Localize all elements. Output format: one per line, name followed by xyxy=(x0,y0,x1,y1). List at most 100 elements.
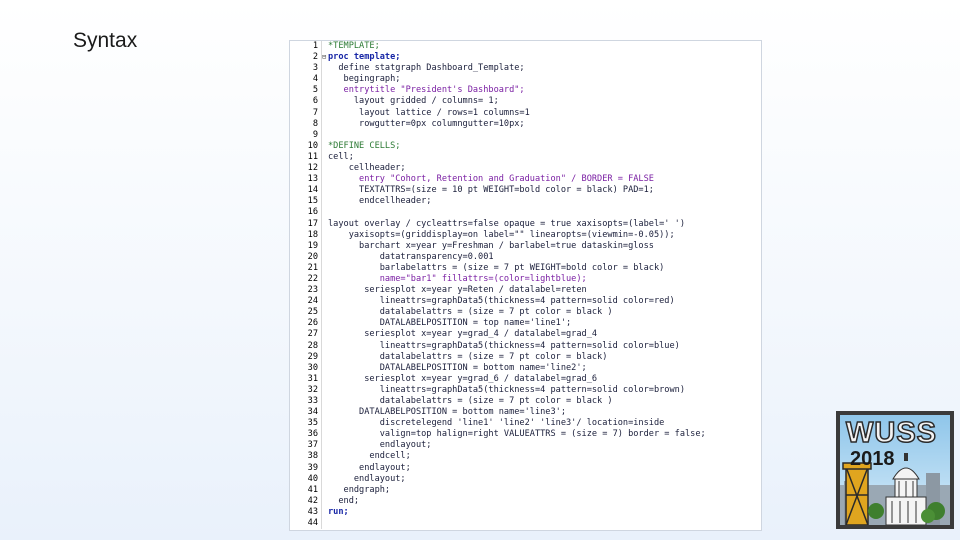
code-line: 18 yaxisopts=(griddisplay=on label="" li… xyxy=(290,229,761,241)
code-line: 21 barlabelattrs = (size = 7 pt WEIGHT=b… xyxy=(290,262,761,274)
line-number: 20 xyxy=(290,251,322,263)
line-number: 9 xyxy=(290,129,322,141)
code-line: 5 entrytitle "President's Dashboard"; xyxy=(290,85,761,97)
code-line: 8 rowgutter=0px columngutter=10px; xyxy=(290,118,761,130)
code-text: datalabelattrs = (size = 7 pt color = bl… xyxy=(328,351,608,362)
line-number: 23 xyxy=(290,285,322,297)
code-text: layout gridded / columns= 1; xyxy=(328,96,499,107)
code-line: 33 datalabelattrs = (size = 7 pt color =… xyxy=(290,396,761,408)
code-text: entrytitle "President's Dashboard"; xyxy=(328,85,525,96)
code-text: barlabelattrs = (size = 7 pt WEIGHT=bold… xyxy=(328,262,665,273)
line-number: 13 xyxy=(290,174,322,186)
line-number: 25 xyxy=(290,307,322,319)
line-number: 11 xyxy=(290,151,322,164)
code-text: proc template; xyxy=(328,52,401,63)
line-number: 1 xyxy=(290,41,322,53)
line-number: 17 xyxy=(290,218,322,230)
code-text: datalabelattrs = (size = 7 pt color = bl… xyxy=(328,307,613,318)
code-line: 37 endlayout; xyxy=(290,440,761,452)
code-text: end; xyxy=(328,495,360,506)
line-number: 4 xyxy=(290,74,322,86)
line-number: 2 xyxy=(290,52,322,64)
fold-marker-icon xyxy=(322,518,328,529)
line-number: 12 xyxy=(290,163,322,175)
code-line: 30 DATALABELPOSITION = bottom name='line… xyxy=(290,362,761,374)
code-text: endlayout; xyxy=(328,473,406,484)
line-number: 36 xyxy=(290,429,322,441)
code-text: rowgutter=0px columngutter=10px; xyxy=(328,118,525,129)
line-number: 38 xyxy=(290,451,322,463)
code-text: DATALABELPOSITION = bottom name='line2'; xyxy=(328,362,587,373)
code-line: 41 endgraph; xyxy=(290,484,761,496)
code-line: 1 *TEMPLATE; xyxy=(290,41,761,53)
code-line: 42 end; xyxy=(290,495,761,507)
code-text: lineattrs=graphData5(thickness=4 pattern… xyxy=(328,296,675,307)
code-line: 27 seriesplot x=year y=grad_4 / datalabe… xyxy=(290,329,761,341)
line-number: 22 xyxy=(290,273,322,286)
code-text: *TEMPLATE; xyxy=(328,41,380,51)
code-text: endcellheader; xyxy=(328,196,432,207)
line-number: 37 xyxy=(290,440,322,452)
code-text: datatransparency=0.001 xyxy=(328,251,494,262)
code-line: 19 barchart x=year y=Freshman / barlabel… xyxy=(290,240,761,252)
code-line: 28 lineattrs=graphData5(thickness=4 patt… xyxy=(290,340,761,352)
code-text: DATALABELPOSITION = bottom name='line3'; xyxy=(328,407,566,418)
code-text: cellheader; xyxy=(328,163,406,174)
code-line: 32 lineattrs=graphData5(thickness=4 patt… xyxy=(290,384,761,396)
code-line: 17 layout overlay / cycleattrs=false opaq… xyxy=(290,218,761,230)
line-number: 30 xyxy=(290,362,322,374)
code-text: lineattrs=graphData5(thickness=4 pattern… xyxy=(328,340,680,351)
code-screenshot: 1 *TEMPLATE; 2 ⊟ proc template; 3 define stat… xyxy=(289,40,762,531)
code-line: 2 ⊟ proc template; xyxy=(290,52,761,64)
code-line: 12 cellheader; xyxy=(290,163,761,175)
line-number: 19 xyxy=(290,240,322,252)
code-line: 23 seriesplot x=year y=Reten / datalabel… xyxy=(290,285,761,297)
code-line: 24 lineattrs=graphData5(thickness=4 patt… xyxy=(290,296,761,308)
line-number: 42 xyxy=(290,495,322,507)
code-line: 36 valign=top halign=right VALUEATTRS = … xyxy=(290,429,761,441)
code-text: layout lattice / rows=1 columns=1 xyxy=(328,107,530,118)
code-line: 25 datalabelattrs = (size = 7 pt color =… xyxy=(290,307,761,319)
code-text: endlayout; xyxy=(328,440,432,451)
code-line: 4 begingraph; xyxy=(290,74,761,86)
code-text: *DEFINE CELLS; xyxy=(328,140,401,151)
code-text: endcell; xyxy=(328,451,411,462)
code-text: run; xyxy=(328,506,349,517)
fold-marker-icon xyxy=(322,207,328,218)
logo-year: 2018 xyxy=(850,448,895,470)
line-number: 32 xyxy=(290,384,322,396)
line-number: 7 xyxy=(290,107,322,119)
fold-marker-icon xyxy=(322,130,328,141)
code-text: begingraph; xyxy=(328,74,401,85)
code-line: 10 *DEFINE CELLS; xyxy=(290,140,761,152)
line-number: 28 xyxy=(290,340,322,352)
code-text: lineattrs=graphData5(thickness=4 pattern… xyxy=(328,384,685,395)
code-line: 39 endlayout; xyxy=(290,462,761,474)
code-text: DATALABELPOSITION = top name='line1'; xyxy=(328,318,572,329)
code-line: 38 endcell; xyxy=(290,451,761,463)
line-number: 43 xyxy=(290,506,322,519)
code-line: 7 layout lattice / rows=1 columns=1 xyxy=(290,107,761,119)
code-line: 44 xyxy=(290,518,761,530)
code-text: discretelegend 'line1' 'line2' 'line3'/ … xyxy=(328,418,665,429)
code-text: seriesplot x=year y=grad_6 / datalabel=g… xyxy=(328,373,598,384)
code-text: yaxisopts=(griddisplay=on label="" linea… xyxy=(328,229,675,240)
line-number: 8 xyxy=(290,118,322,130)
wuss-2018-logo-icon: WUSS 2018 xyxy=(836,411,954,529)
line-number: 39 xyxy=(290,462,322,474)
line-number: 24 xyxy=(290,296,322,308)
code-line: 13 entry "Cohort, Retention and Graduati… xyxy=(290,174,761,186)
code-line: 3 define statgraph Dashboard_Template; xyxy=(290,63,761,75)
code-text: endgraph; xyxy=(328,484,391,495)
line-number: 26 xyxy=(290,318,322,330)
line-number: 16 xyxy=(290,207,322,219)
line-number: 40 xyxy=(290,473,322,485)
code-line: 11 cell; xyxy=(290,151,761,164)
code-line: 6 layout gridded / columns= 1; xyxy=(290,96,761,108)
code-text: valign=top halign=right VALUEATTRS = (si… xyxy=(328,429,706,440)
line-number: 41 xyxy=(290,484,322,496)
code-text: TEXTATTRS=(size = 10 pt WEIGHT=bold colo… xyxy=(328,185,654,196)
code-line: 16 xyxy=(290,207,761,219)
line-number: 5 xyxy=(290,85,322,97)
line-number: 14 xyxy=(290,185,322,197)
